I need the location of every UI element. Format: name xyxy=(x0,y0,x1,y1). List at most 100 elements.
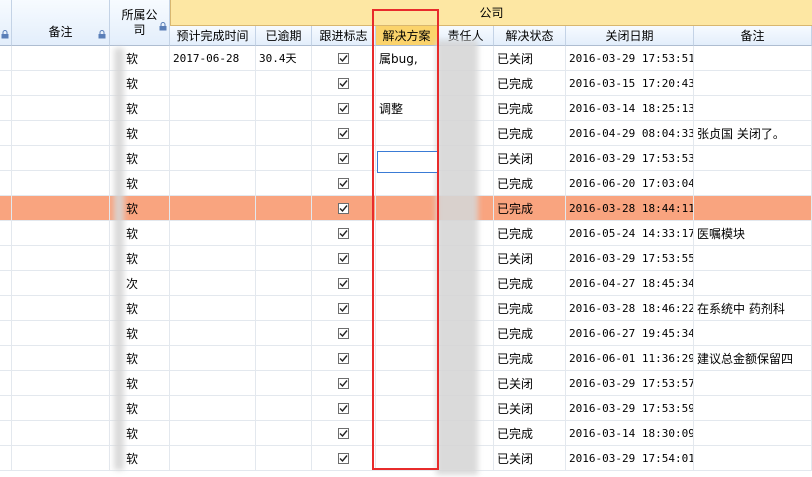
cell-plan-date[interactable] xyxy=(170,246,256,271)
cell-status[interactable]: 已完成 xyxy=(494,321,566,346)
cell-indicator[interactable] xyxy=(0,196,12,221)
cell-overdue[interactable] xyxy=(256,421,312,446)
cell-status[interactable]: 已完成 xyxy=(494,221,566,246)
follow-checkbox[interactable] xyxy=(338,427,349,439)
follow-checkbox[interactable] xyxy=(338,302,349,314)
cell-solution[interactable] xyxy=(376,396,438,421)
cell-remark[interactable] xyxy=(694,246,812,271)
cell-indicator[interactable] xyxy=(0,171,12,196)
column-header-overdue[interactable]: 已逾期 xyxy=(256,26,312,46)
cell-solution[interactable]: 调整 xyxy=(376,96,438,121)
cell-remark-left[interactable] xyxy=(12,46,110,71)
cell-solution[interactable] xyxy=(376,446,438,471)
cell-plan-date[interactable] xyxy=(170,271,256,296)
cell-remark-left[interactable] xyxy=(12,221,110,246)
cell-plan-date[interactable] xyxy=(170,371,256,396)
cell-overdue[interactable] xyxy=(256,346,312,371)
cell-solution[interactable] xyxy=(376,296,438,321)
follow-checkbox[interactable] xyxy=(338,202,349,214)
cell-remark[interactable] xyxy=(694,396,812,421)
cell-close-date[interactable]: 2016-03-29 17:53:53 xyxy=(566,146,694,171)
cell-status[interactable]: 已关闭 xyxy=(494,371,566,396)
cell-plan-date[interactable] xyxy=(170,396,256,421)
cell-indicator[interactable] xyxy=(0,396,12,421)
cell-follow[interactable] xyxy=(312,296,376,321)
cell-remark[interactable]: 在系统中 药剂科 xyxy=(694,296,812,321)
cell-overdue[interactable] xyxy=(256,371,312,396)
cell-remark[interactable] xyxy=(694,71,812,96)
cell-overdue[interactable] xyxy=(256,396,312,421)
follow-checkbox[interactable] xyxy=(338,452,349,464)
cell-follow[interactable] xyxy=(312,246,376,271)
cell-close-date[interactable]: 2016-03-29 17:53:57 xyxy=(566,371,694,396)
cell-plan-date[interactable] xyxy=(170,96,256,121)
cell-remark[interactable] xyxy=(694,446,812,471)
cell-remark-left[interactable] xyxy=(12,246,110,271)
cell-close-date[interactable]: 2016-03-29 17:53:59 xyxy=(566,396,694,421)
cell-follow[interactable] xyxy=(312,196,376,221)
cell-indicator[interactable] xyxy=(0,96,12,121)
column-header-solution[interactable]: 解决方案 xyxy=(376,26,438,46)
cell-follow[interactable] xyxy=(312,396,376,421)
cell-plan-date[interactable] xyxy=(170,321,256,346)
cell-overdue[interactable] xyxy=(256,171,312,196)
column-header-company[interactable]: 所属公司 xyxy=(110,0,170,46)
cell-remark-left[interactable] xyxy=(12,171,110,196)
cell-overdue[interactable] xyxy=(256,146,312,171)
cell-remark-left[interactable] xyxy=(12,71,110,96)
column-header-plan-date[interactable]: 预计完成时间 xyxy=(170,26,256,46)
cell-close-date[interactable]: 2016-06-27 19:45:34 xyxy=(566,321,694,346)
cell-overdue[interactable] xyxy=(256,271,312,296)
column-header-close-date[interactable]: 关闭日期 xyxy=(566,26,694,46)
cell-remark[interactable] xyxy=(694,371,812,396)
cell-remark[interactable]: 建议总金额保留四 xyxy=(694,346,812,371)
cell-close-date[interactable]: 2016-04-27 18:45:34 xyxy=(566,271,694,296)
cell-status[interactable]: 已完成 xyxy=(494,121,566,146)
cell-follow[interactable] xyxy=(312,146,376,171)
cell-plan-date[interactable] xyxy=(170,196,256,221)
cell-remark-left[interactable] xyxy=(12,271,110,296)
cell-close-date[interactable]: 2016-03-15 17:20:43 xyxy=(566,71,694,96)
cell-remark-left[interactable] xyxy=(12,371,110,396)
cell-solution[interactable] xyxy=(376,246,438,271)
cell-remark-left[interactable] xyxy=(12,346,110,371)
cell-remark[interactable] xyxy=(694,46,812,71)
cell-overdue[interactable] xyxy=(256,446,312,471)
column-header-remark[interactable]: 备注 xyxy=(694,26,812,46)
cell-status[interactable]: 已完成 xyxy=(494,196,566,221)
cell-solution[interactable] xyxy=(376,421,438,446)
cell-indicator[interactable] xyxy=(0,421,12,446)
follow-checkbox[interactable] xyxy=(338,127,349,139)
cell-indicator[interactable] xyxy=(0,146,12,171)
cell-overdue[interactable] xyxy=(256,221,312,246)
cell-close-date[interactable]: 2016-03-29 17:53:51 xyxy=(566,46,694,71)
cell-indicator[interactable] xyxy=(0,121,12,146)
cell-overdue[interactable]: 30.4天 xyxy=(256,46,312,71)
cell-indicator[interactable] xyxy=(0,346,12,371)
solution-cell-editor[interactable] xyxy=(377,151,439,173)
cell-follow[interactable] xyxy=(312,121,376,146)
cell-plan-date[interactable] xyxy=(170,71,256,96)
cell-status[interactable]: 已完成 xyxy=(494,296,566,321)
cell-plan-date[interactable] xyxy=(170,121,256,146)
cell-status[interactable]: 已完成 xyxy=(494,96,566,121)
cell-solution[interactable] xyxy=(376,271,438,296)
cell-remark-left[interactable] xyxy=(12,396,110,421)
follow-checkbox[interactable] xyxy=(338,252,349,264)
cell-indicator[interactable] xyxy=(0,371,12,396)
cell-follow[interactable] xyxy=(312,421,376,446)
cell-indicator[interactable] xyxy=(0,221,12,246)
cell-remark[interactable] xyxy=(694,171,812,196)
cell-solution[interactable] xyxy=(376,71,438,96)
cell-remark-left[interactable] xyxy=(12,296,110,321)
cell-remark[interactable] xyxy=(694,196,812,221)
cell-status[interactable]: 已完成 xyxy=(494,171,566,196)
cell-remark-left[interactable] xyxy=(12,421,110,446)
cell-solution[interactable] xyxy=(376,196,438,221)
cell-status[interactable]: 已完成 xyxy=(494,346,566,371)
cell-status[interactable]: 已关闭 xyxy=(494,446,566,471)
cell-indicator[interactable] xyxy=(0,71,12,96)
cell-remark[interactable]: 张贞国 关闭了。 xyxy=(694,121,812,146)
cell-status[interactable]: 已关闭 xyxy=(494,396,566,421)
cell-indicator[interactable] xyxy=(0,271,12,296)
